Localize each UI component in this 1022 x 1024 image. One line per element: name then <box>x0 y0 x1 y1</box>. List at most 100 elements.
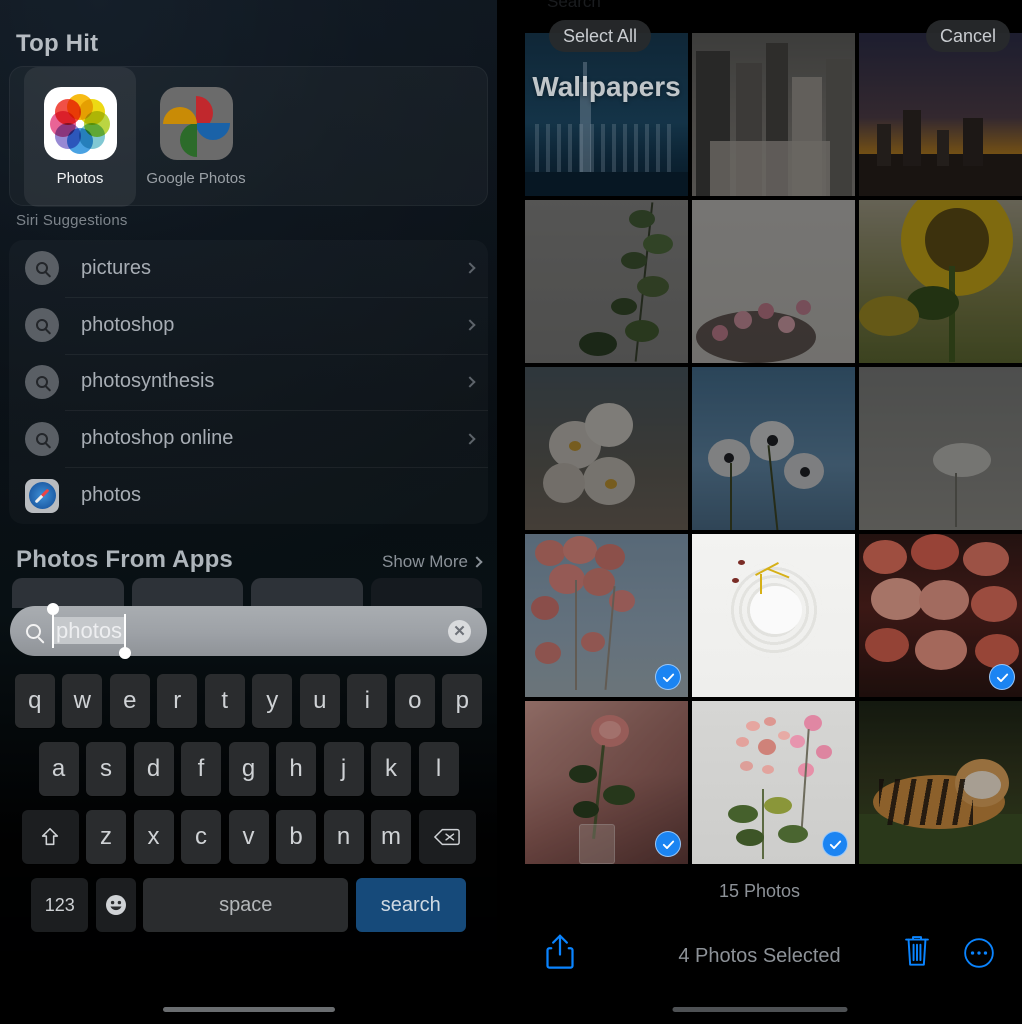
photo-cell-pink-blossoms[interactable] <box>692 200 855 363</box>
suggestion-row-photoshop[interactable]: photoshop <box>9 296 488 354</box>
key-u[interactable]: u <box>299 674 340 728</box>
spotlight-search-field[interactable]: photos ✕ <box>10 603 487 659</box>
key-m[interactable]: m <box>371 810 411 864</box>
trash-icon[interactable] <box>904 935 930 972</box>
key-n[interactable]: n <box>323 810 364 864</box>
key-q[interactable]: q <box>14 674 55 728</box>
suggestion-label: photos <box>81 484 142 507</box>
key-k[interactable]: k <box>371 742 411 796</box>
search-text-selection: photos <box>47 603 132 659</box>
selection-caret-left[interactable] <box>52 614 54 648</box>
selection-handle-end[interactable] <box>119 647 132 659</box>
suggestion-label: pictures <box>81 256 152 279</box>
chevron-right-icon <box>464 319 476 331</box>
photos-search-hint: Search <box>547 0 601 11</box>
show-more-label: Show More <box>382 552 468 571</box>
selection-handle-start[interactable] <box>47 603 59 615</box>
app-result-photos[interactable]: Photos <box>24 67 136 207</box>
chevron-right-icon <box>464 262 476 275</box>
google-photos-app-icon <box>159 87 233 160</box>
photo-selected-checkmark[interactable] <box>655 664 681 690</box>
key-o[interactable]: o <box>394 674 435 728</box>
photo-cell-eucalyptus-branch[interactable] <box>525 200 688 363</box>
suggestion-row-photosynthesis[interactable]: photosynthesis <box>9 353 488 411</box>
search-return-key[interactable]: search <box>355 878 466 932</box>
photo-cell-cosmos-flowers-sky[interactable] <box>692 367 855 530</box>
photo-cell-white-roses[interactable] <box>525 367 688 530</box>
key-t[interactable]: t <box>204 674 245 728</box>
photo-cell-city-skyline-sunset[interactable] <box>859 33 1022 196</box>
photo-selected-checkmark[interactable] <box>989 664 1015 690</box>
key-z[interactable]: z <box>86 810 126 864</box>
cancel-button[interactable]: Cancel <box>925 20 1010 52</box>
key-g[interactable]: g <box>228 742 269 796</box>
suggestion-row-photoshop-online[interactable]: photoshop online <box>9 410 488 467</box>
key-b[interactable]: b <box>276 810 316 864</box>
key-e[interactable]: e <box>109 674 150 728</box>
app-result-label: Photos <box>56 170 104 187</box>
key-v[interactable]: v <box>228 810 269 864</box>
key-l[interactable]: l <box>418 742 459 796</box>
suggestion-label: photosynthesis <box>81 370 215 393</box>
numbers-key[interactable]: 123 <box>31 878 89 932</box>
key-f[interactable]: f <box>181 742 221 796</box>
shift-key[interactable] <box>21 810 79 864</box>
key-x[interactable]: x <box>133 810 174 864</box>
search-icon <box>25 421 59 456</box>
selected-count-label: 4 Photos Selected <box>678 945 841 967</box>
photo-cell-sunflower[interactable] <box>859 200 1022 363</box>
album-title: Wallpapers <box>532 71 681 102</box>
key-h[interactable]: h <box>276 742 316 796</box>
key-y[interactable]: y <box>252 674 293 728</box>
photo-cell-nyc-skyline-blue-hour[interactable]: Wallpapers <box>525 33 688 196</box>
selection-caret-right[interactable] <box>124 614 127 648</box>
suggestion-label: photoshop <box>81 313 175 336</box>
photo-cell-city-buildings-daylight[interactable] <box>692 33 855 196</box>
space-key[interactable]: space <box>143 878 349 932</box>
keyboard-row-3: z x c v b n m <box>0 810 497 864</box>
photo-grid: Wallpapers <box>525 33 1022 864</box>
select-all-button[interactable]: Select All <box>549 20 652 52</box>
key-c[interactable]: c <box>181 810 221 864</box>
show-more-button[interactable]: Show More <box>382 552 483 572</box>
siri-suggestions-list: pictures photoshop photosynthesis photos… <box>9 240 488 524</box>
suggestion-row-pictures[interactable]: pictures <box>9 240 488 297</box>
more-icon[interactable] <box>964 938 994 973</box>
app-thumb[interactable] <box>251 578 363 608</box>
search-icon <box>25 364 59 399</box>
app-thumb[interactable] <box>370 578 482 608</box>
photos-app-icon <box>43 87 117 160</box>
screenshot-root: Top Hit Photos Google Photos Siri Sugges… <box>0 0 1022 1024</box>
key-s[interactable]: s <box>86 742 126 796</box>
search-input-value[interactable]: photos <box>54 617 125 644</box>
photo-cell-pink-roses-sky[interactable] <box>525 534 688 697</box>
key-d[interactable]: d <box>133 742 174 796</box>
photo-cell-tiger-resting[interactable] <box>859 701 1022 864</box>
photo-cell-gypsophila[interactable] <box>859 367 1022 530</box>
key-r[interactable]: r <box>157 674 198 728</box>
photo-cell-white-lily-water[interactable] <box>692 534 855 697</box>
photo-cell-petals-and-leaves[interactable] <box>692 701 855 864</box>
app-thumb[interactable] <box>131 578 243 608</box>
photo-selected-checkmark[interactable] <box>822 831 848 857</box>
photo-cell-rose-in-vase[interactable] <box>525 701 688 864</box>
photo-cell-coral-azaleas[interactable] <box>859 534 1022 697</box>
backspace-key[interactable] <box>418 810 476 864</box>
keyboard-row-1: q w e r t y u i o p <box>0 674 497 728</box>
suggestion-row-photos-safari[interactable]: photos <box>9 467 488 524</box>
photo-count-label: 15 Photos <box>718 881 801 901</box>
emoji-key[interactable] <box>95 878 136 932</box>
share-icon[interactable] <box>545 933 575 976</box>
photo-selected-checkmark[interactable] <box>655 831 681 857</box>
key-a[interactable]: a <box>38 742 79 796</box>
clear-icon[interactable]: ✕ <box>448 619 471 643</box>
app-result-google-photos[interactable]: Google Photos <box>140 67 252 207</box>
key-w[interactable]: w <box>62 674 103 728</box>
chevron-right-icon <box>464 433 476 445</box>
key-j[interactable]: j <box>323 742 364 796</box>
key-i[interactable]: i <box>347 674 388 728</box>
chevron-right-icon <box>464 376 476 388</box>
key-p[interactable]: p <box>442 674 483 728</box>
app-thumb[interactable] <box>12 578 124 608</box>
keyboard-row-2: a s d f g h j k l <box>0 742 497 796</box>
